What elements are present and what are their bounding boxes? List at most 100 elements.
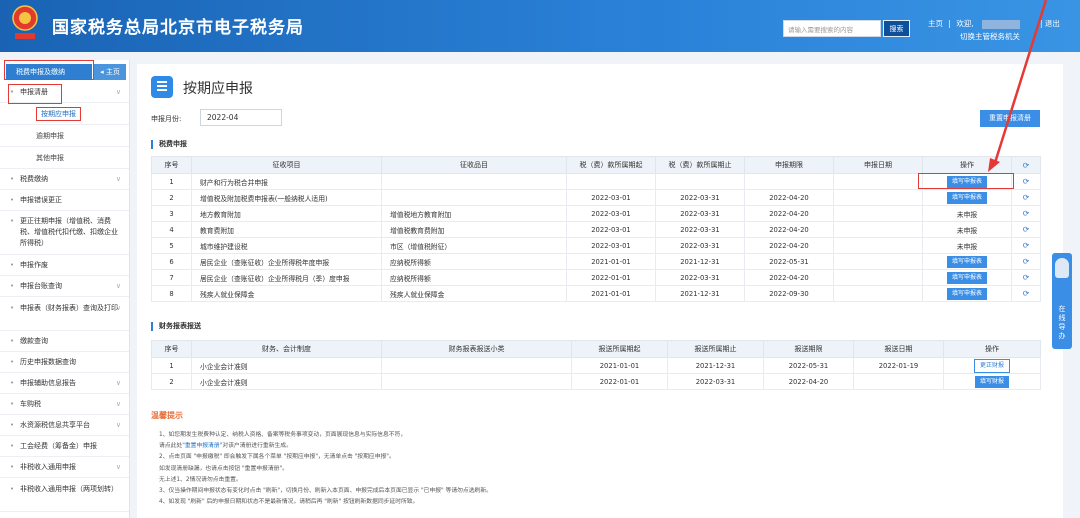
- fill-report-button[interactable]: 填写财报: [974, 375, 1009, 388]
- sidebar-item-past-correction[interactable]: 更正往期申报（增值税、消费税、增值税代扣代缴、扣缴企业所得税）: [0, 211, 129, 255]
- user-name-mask: [982, 19, 1021, 29]
- refresh-cell: ⟳: [1011, 205, 1041, 222]
- accounting-system: 小企业会计准则: [191, 373, 382, 390]
- service-avatar-icon: [1055, 258, 1069, 278]
- submit-date: 2022-01-19: [853, 357, 944, 374]
- sidebar-sub-periodic[interactable]: 按期应申报: [0, 103, 129, 125]
- column-header: 财务报表报送小类: [381, 340, 572, 358]
- reset-list-link[interactable]: "重置申报清册": [182, 443, 222, 449]
- sidebar-item-report-print[interactable]: 申报表（财务报表）查询及打印∨: [0, 297, 129, 331]
- fill-declaration-button[interactable]: 填写申报表: [946, 191, 987, 204]
- sidebar-item-payment[interactable]: 税费缴纳∨: [0, 169, 129, 190]
- sidebar-item-nontax-transfer[interactable]: 非税收入通用申报（两项划转）: [0, 478, 129, 512]
- fill-declaration-button[interactable]: 填写申报表: [946, 271, 987, 284]
- table-row: 8 残疾人就业保障金 残疾人就业保障金 2021-01-01 2021-12-31 202…: [151, 285, 1041, 302]
- sidebar-sub-overdue[interactable]: 逾期申报: [0, 125, 129, 147]
- sidebar-item-nontax[interactable]: 非税收入通用申报∨: [0, 457, 129, 478]
- chevron-down-icon: ∨: [115, 304, 121, 312]
- column-header: 报送日期: [853, 340, 944, 358]
- sidebar: 税费申报及缴纳 ◂ 主页 申报清册∨ 按期应申报 逾期申报 其他申报 税费缴纳∨…: [0, 60, 130, 518]
- sidebar-item-void[interactable]: 申报作废: [0, 255, 129, 276]
- period-end: 2022-03-31: [655, 269, 745, 286]
- row-number: 1: [151, 357, 192, 374]
- collection-subitem: 增值税教育费附加: [381, 221, 567, 238]
- period-end: [655, 173, 745, 190]
- switch-tax-office-link[interactable]: 切换主管税务机关: [960, 31, 1020, 42]
- refresh-cell: ⟳: [1011, 269, 1041, 286]
- table-row: 5 城市维护建设税 市区（增值税附征） 2022-03-01 2022-03-31 202…: [151, 237, 1041, 254]
- online-guide-widget[interactable]: 在线导办: [1052, 253, 1072, 349]
- deadline: [744, 173, 834, 190]
- column-header: 申报日期: [833, 156, 923, 174]
- sidebar-item-payment-query[interactable]: 缴款查询: [0, 331, 129, 352]
- fill-declaration-button[interactable]: 填写申报表: [946, 255, 987, 268]
- refresh-cell: ⟳: [1011, 221, 1041, 238]
- highlight-box: [918, 173, 1014, 189]
- column-header: 财务、会计制度: [191, 340, 382, 358]
- refresh-icon[interactable]: ⟳: [1023, 209, 1030, 218]
- search-input[interactable]: 请输入需要搜索的内容: [783, 20, 881, 37]
- row-number: 1: [151, 173, 192, 190]
- refresh-icon[interactable]: ⟳: [1023, 225, 1030, 234]
- period-start: 2022-03-01: [566, 221, 656, 238]
- deadline: 2022-05-31: [744, 253, 834, 270]
- period-start: [566, 173, 656, 190]
- highlight-box: [4, 60, 94, 80]
- home-tab[interactable]: ◂ 主页: [94, 64, 126, 80]
- refresh-icon[interactable]: ⟳: [1023, 257, 1030, 266]
- operation-cell: 填写申报表: [922, 285, 1012, 302]
- sidebar-sub-other[interactable]: 其他申报: [0, 147, 129, 169]
- refresh-icon[interactable]: ⟳: [1023, 273, 1030, 282]
- fill-declaration-button[interactable]: 填写申报表: [946, 287, 987, 300]
- submit-date: [853, 373, 944, 390]
- sidebar-item-water-tax[interactable]: 水资源税信息共享平台∨: [0, 415, 129, 436]
- collection-subitem: 应纳税所得额: [381, 269, 567, 286]
- chevron-down-icon: ∨: [115, 421, 121, 429]
- deadline: 2022-04-20: [744, 237, 834, 254]
- column-header: 征收品目: [381, 156, 567, 174]
- tax-section-title: 税费申报: [151, 140, 187, 149]
- period-end: 2021-12-31: [655, 285, 745, 302]
- tax-declaration-table: 序号 征收项目 征收品目 税（费）款所属期起 税（费）款所属期止 申报期限 申报日期 操作 ⟳ …: [151, 156, 1041, 302]
- tax-emblem-icon: [12, 5, 38, 39]
- refresh-icon[interactable]: ⟳: [1023, 289, 1030, 298]
- top-header: 国家税务总局北京市电子税务局 请输入需要搜索的内容 搜索 主页 | 欢迎, 切换…: [0, 0, 1080, 52]
- month-input[interactable]: 2022-04: [200, 109, 282, 126]
- sidebar-item-union-fee[interactable]: 工会经费（筹备金）申报: [0, 436, 129, 457]
- deadline: 2022-04-20: [744, 221, 834, 238]
- tips-text: 1、如您期发生税费种认定、纳税人资格、备案等税务事项变动，页面展现信息与实际信息…: [159, 432, 492, 506]
- operation-cell: 未申报: [922, 237, 1012, 254]
- period-end: 2022-03-31: [655, 189, 745, 206]
- collection-subitem: 应纳税所得额: [381, 253, 567, 270]
- status-text: 未申报: [956, 226, 978, 235]
- declaration-date: [833, 285, 923, 302]
- logout-link[interactable]: | 退出: [1040, 18, 1060, 29]
- collection-item: 居民企业（查账征收）企业所得税年度申报: [191, 253, 382, 270]
- period-start: 2022-03-01: [566, 189, 656, 206]
- welcome-text: 欢迎,: [956, 19, 974, 28]
- sidebar-item-history[interactable]: 历史申报数据查询: [0, 352, 129, 373]
- collection-item: 地方教育附加: [191, 205, 382, 222]
- refresh-icon[interactable]: ⟳: [1023, 193, 1030, 202]
- table-row: 6 居民企业（查账征收）企业所得税年度申报 应纳税所得额 2021-01-01 2021…: [151, 253, 1041, 270]
- refresh-icon[interactable]: ⟳: [1023, 177, 1030, 186]
- declaration-date: [833, 205, 923, 222]
- deadline: 2022-04-20: [763, 373, 854, 390]
- sidebar-item-vehicle-tax[interactable]: 车购税∨: [0, 394, 129, 415]
- reset-list-button[interactable]: 重置申报清册: [980, 110, 1040, 127]
- sidebar-item-correction[interactable]: 申报错误更正: [0, 190, 129, 211]
- refresh-icon[interactable]: ⟳: [1023, 241, 1030, 250]
- correct-report-button[interactable]: 更正财报: [973, 358, 1010, 373]
- tips-title: 温馨提示: [151, 411, 183, 420]
- search-button[interactable]: 搜索: [883, 20, 910, 37]
- chevron-down-icon: ∨: [115, 400, 121, 408]
- accounting-system: 小企业会计准则: [191, 357, 382, 374]
- table-row: 7 居民企业（查账征收）企业所得税月（季）度申报 应纳税所得额 2022-01-01 2…: [151, 269, 1041, 286]
- page-title: 按期应申报: [183, 81, 253, 97]
- refresh-all-icon[interactable]: ⟳: [1011, 156, 1041, 174]
- operation-cell: 填写财报: [943, 373, 1041, 390]
- sidebar-item-ledger[interactable]: 申报台账查询∨: [0, 276, 129, 297]
- period-end: 2021-12-31: [667, 357, 764, 374]
- home-link[interactable]: 主页: [928, 19, 943, 28]
- sidebar-item-aux-report[interactable]: 申报辅助信息报告∨: [0, 373, 129, 394]
